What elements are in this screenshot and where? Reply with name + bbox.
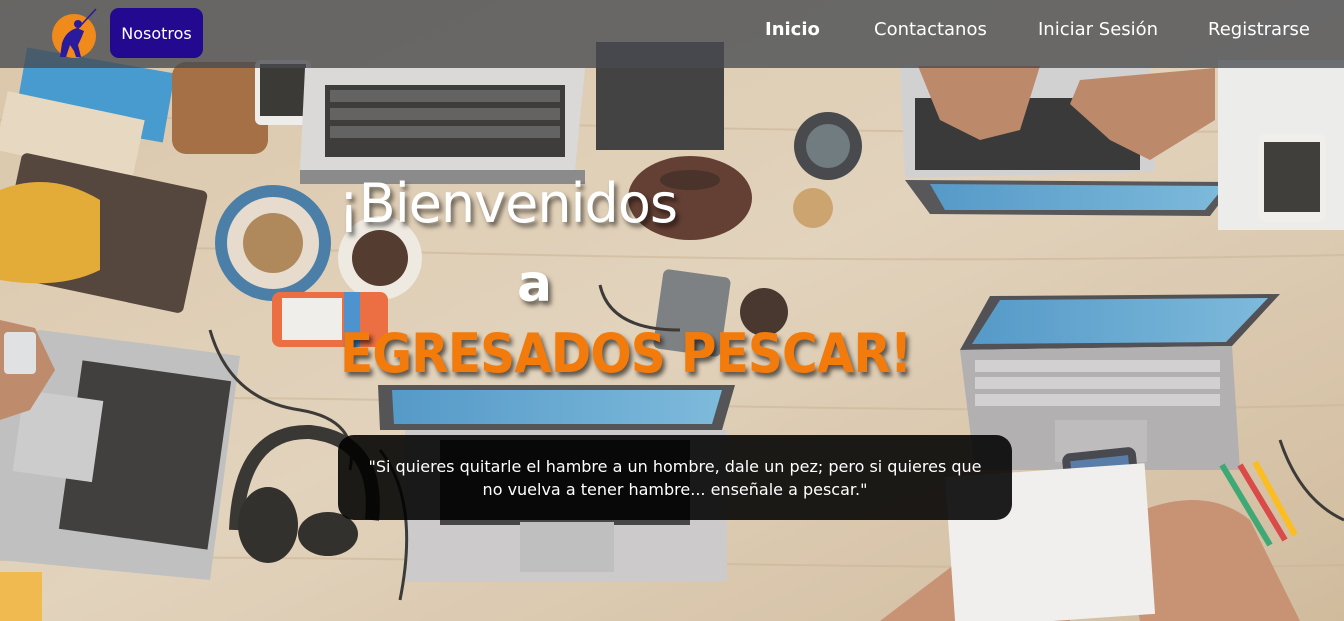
quote-text: "Si quieres quitarle el hambre a un homb… bbox=[368, 456, 982, 499]
nosotros-button[interactable]: Nosotros bbox=[110, 8, 203, 58]
hero-connector-line: a bbox=[517, 254, 553, 314]
nav-link-iniciar-sesion[interactable]: Iniciar Sesión bbox=[1038, 19, 1158, 40]
top-navbar: Nosotros Inicio Contactanos Iniciar Sesi… bbox=[0, 0, 1344, 68]
hero-background-image bbox=[0, 0, 1344, 621]
hero-brand-line: EGRESADOS PESCAR! bbox=[340, 322, 912, 385]
nav-link-registrarse[interactable]: Registrarse bbox=[1208, 19, 1310, 40]
nav-link-inicio[interactable]: Inicio bbox=[765, 19, 820, 40]
hero-welcome-line: ¡Bienvenidos bbox=[338, 172, 678, 235]
nav-link-contactanos[interactable]: Contactanos bbox=[874, 19, 987, 40]
quote-box: "Si quieres quitarle el hambre a un homb… bbox=[338, 435, 1012, 520]
fisherman-logo-icon[interactable] bbox=[50, 7, 98, 59]
